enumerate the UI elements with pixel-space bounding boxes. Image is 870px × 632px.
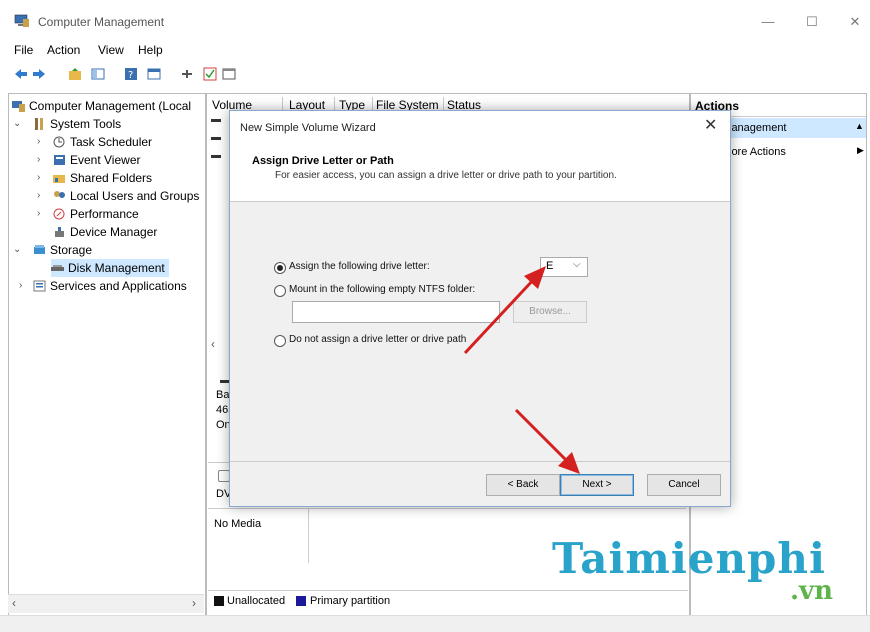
watermark-tld: .vn [790,576,834,606]
arrow-to-drive-letter [463,266,546,355]
watermark-brand: Taimienphi [552,534,826,583]
arrow-to-next-button [514,408,580,474]
